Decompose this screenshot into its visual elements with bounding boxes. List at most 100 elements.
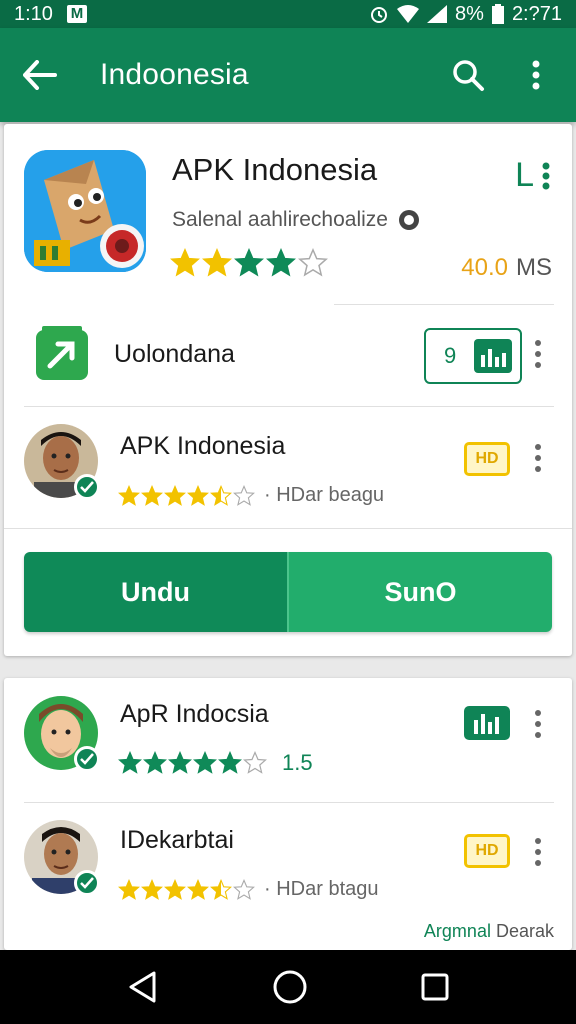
app-item-rating: 1.5 [118,750,313,776]
download-button[interactable]: Undu [24,552,289,632]
star-icon [168,751,192,774]
app-detail-card: APK Indonesia L Salenal aahlirechoalize … [4,124,572,656]
divider [334,304,554,305]
star-icon [193,751,217,774]
app-item-name: IDekarbtai [120,826,234,854]
cartoon-character-icon [24,150,146,272]
gmail-icon: M [66,5,87,23]
star-icon [164,484,186,506]
star-icon [118,751,142,774]
star-icon [218,751,242,774]
footer-link-primary: Argmnal [423,921,491,941]
battery-percent: 8% [455,2,484,25]
nav-home-button[interactable] [272,969,308,1005]
app-bar: Indoonesia [0,28,576,122]
developer-rating: · HDar beagu [118,484,384,507]
item-menu-button[interactable] [526,704,550,744]
signal-icon [427,5,448,23]
update-count: 9 [444,343,457,368]
overflow-menu-button[interactable] [514,53,558,97]
verified-icon [74,870,100,896]
avatar [24,424,100,500]
developer-badge[interactable]: HD [464,442,510,476]
wifi-icon [397,5,420,23]
item-menu-button[interactable] [526,832,550,872]
list-item-app[interactable]: ApR Indocsia 1.5 [4,678,572,802]
bar-chart-icon [474,714,499,734]
star-icon [170,248,200,277]
star-icon [266,248,296,277]
hd-badge-button[interactable]: HD [464,834,510,868]
verified-icon [74,746,100,772]
star-icon [234,248,264,277]
divider [4,528,572,529]
star-icon [202,248,232,277]
star-icon [143,751,167,774]
app-menu-letter: L [515,156,534,194]
list-item-app[interactable]: IDekarbtai · HDar btagu HD [4,804,572,928]
footer-link-secondary: Dearak [495,921,554,941]
chart-badge-icon [474,339,512,373]
developer-name: APK Indonesia [120,432,286,460]
search-button[interactable] [446,53,490,97]
alarm-icon [371,7,388,23]
more-vert-icon [542,162,550,189]
footer-link[interactable]: Argmnal Dearak [424,921,554,942]
system-nav-bar [0,950,576,1024]
star-icon [141,484,163,506]
app-subtitle: Salenal aahlirechoalize [172,208,420,232]
list-item-developer[interactable]: APK Indonesia · HDar beagu HD [4,408,572,528]
avatar [24,820,100,896]
divider [24,406,554,407]
battery-icon [491,4,504,24]
search-icon [453,60,484,91]
item-menu-button[interactable] [526,334,550,374]
item-menu-button[interactable] [526,438,550,478]
app-title: APK Indonesia [172,152,378,187]
app-item-meta: 1.5 [282,750,313,775]
back-button[interactable] [18,53,62,97]
status-clock: 2:?71 [511,2,562,25]
update-count-button[interactable]: 9 [424,328,522,384]
app-icon[interactable] [24,150,146,272]
nav-back-button[interactable] [126,970,160,1004]
star-icon [298,248,328,277]
star-icon [233,878,255,900]
verified-icon [74,474,100,500]
back-arrow-icon [23,60,57,90]
star-icon [118,878,140,900]
app-install-menu[interactable]: L [515,156,550,195]
list-item-update[interactable]: Uolondana 9 [4,306,572,406]
app-size-value: 40.0 [461,254,508,281]
star-icon [187,484,209,506]
app-item-meta: · HDar btagu [264,878,379,900]
app-size-unit: MS [516,254,552,281]
app-header: APK Indonesia L Salenal aahlirechoalize … [4,124,572,306]
chart-badge-button[interactable] [464,706,510,740]
list-item-label: Uolondana [114,340,235,368]
secondary-action-button[interactable]: SunO [289,552,552,632]
star-icon [210,484,232,506]
nav-recents-button[interactable] [420,972,450,1002]
divider [24,802,554,803]
avatar [24,696,100,772]
app-size: 40.0 MS [461,254,552,282]
developer-meta: · HDar beagu [264,484,385,506]
share-app-icon [36,326,88,380]
star-icon [187,878,209,900]
action-buttons: Undu SunO [24,552,552,632]
star-icon [243,751,267,774]
page-title: Indoonesia [100,58,249,91]
status-bar: 1:10 M 8% 2:?71 [0,0,576,28]
star-icon [141,878,163,900]
app-item-rating: · HDar btagu [118,878,379,901]
star-icon [118,484,140,506]
related-apps-card: ApR Indocsia 1.5 IDekarbtai · HDar btagu… [4,678,572,950]
star-icon [210,878,232,900]
star-icon [164,878,186,900]
star-icon [233,484,255,506]
info-icon [398,210,419,230]
app-subtitle-text: Salenal aahlirechoalize [172,208,388,231]
more-vert-icon [532,60,540,90]
app-rating-stars [170,248,328,278]
